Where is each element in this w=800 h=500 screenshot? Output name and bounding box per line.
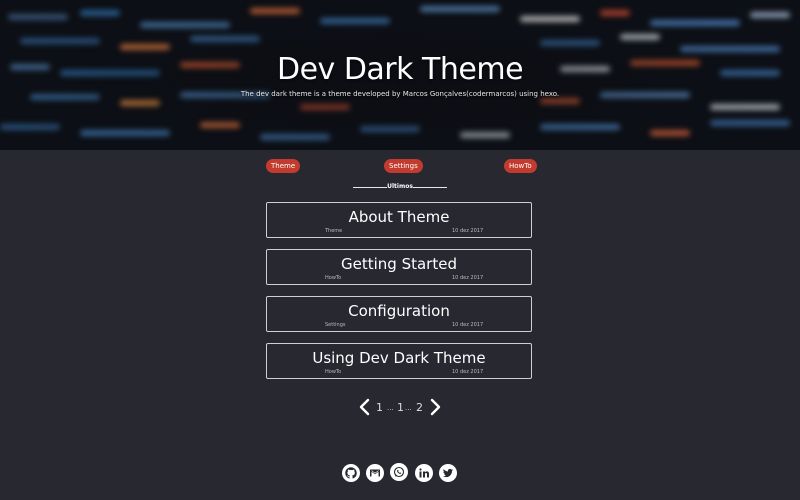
site-description: The dev dark theme is a theme developed …: [240, 90, 560, 98]
post-date: 10 dez 2017: [452, 369, 484, 375]
linkedin-icon[interactable]: [415, 464, 433, 482]
github-icon[interactable]: [342, 464, 360, 482]
section-heading: Ultimos: [350, 181, 450, 193]
nav-item-howto[interactable]: HowTo: [504, 159, 537, 173]
post-card-about-theme[interactable]: About Theme Theme 10 dez 2017: [266, 202, 532, 238]
nav-item-settings[interactable]: Settings: [384, 159, 423, 173]
post-category[interactable]: HowTo: [325, 369, 341, 376]
page-ellipsis: ...: [387, 404, 394, 412]
twitter-icon[interactable]: [439, 464, 457, 482]
post-title[interactable]: Using Dev Dark Theme: [267, 348, 531, 368]
post-title[interactable]: Configuration: [267, 301, 531, 321]
page-ellipsis: ...: [405, 404, 412, 412]
heading-divider-right: [413, 187, 447, 188]
page-title: Dev Dark Theme: [276, 52, 524, 87]
post-category[interactable]: Theme: [325, 228, 342, 235]
hero-banner: Dev Dark Theme The dev dark theme is a t…: [0, 0, 800, 150]
post-card-configuration[interactable]: Configuration Settings 10 dez 2017: [266, 296, 532, 332]
heading-divider-left: [353, 187, 387, 188]
page-link-1[interactable]: 1: [376, 398, 383, 418]
chevron-left-icon[interactable]: [358, 396, 370, 418]
gmail-icon[interactable]: [366, 464, 384, 482]
post-title[interactable]: Getting Started: [267, 254, 531, 274]
post-card-getting-started[interactable]: Getting Started HowTo 10 dez 2017: [266, 249, 532, 285]
post-category[interactable]: HowTo: [325, 275, 341, 282]
post-category[interactable]: Settings: [325, 322, 346, 329]
post-date: 10 dez 2017: [452, 228, 484, 234]
whatsapp-icon[interactable]: [390, 463, 408, 481]
section-heading-label: Ultimos: [387, 183, 413, 190]
post-date: 10 dez 2017: [452, 322, 484, 328]
post-date: 10 dez 2017: [452, 275, 484, 281]
page-link-2[interactable]: 2: [416, 398, 423, 418]
post-title[interactable]: About Theme: [267, 207, 531, 227]
chevron-right-icon[interactable]: [430, 396, 442, 418]
post-card-using-dev-dark-theme[interactable]: Using Dev Dark Theme HowTo 10 dez 2017: [266, 343, 532, 379]
nav-item-theme[interactable]: Theme: [266, 159, 301, 173]
page-current: 1: [397, 401, 404, 414]
